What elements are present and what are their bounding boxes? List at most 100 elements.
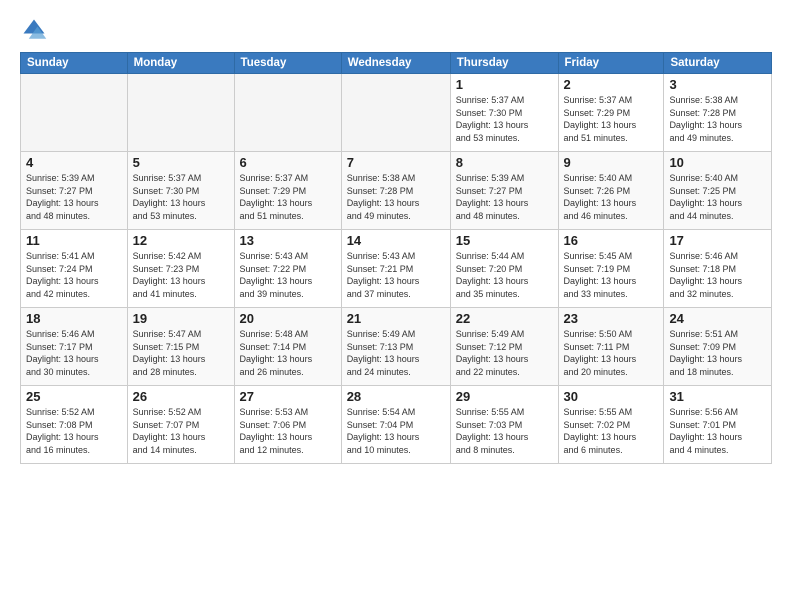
cell-info: Sunrise: 5:43 AMSunset: 7:21 PMDaylight:…	[347, 250, 445, 300]
cell-info: Sunrise: 5:38 AMSunset: 7:28 PMDaylight:…	[347, 172, 445, 222]
cell-info: Sunrise: 5:43 AMSunset: 7:22 PMDaylight:…	[240, 250, 336, 300]
col-header-monday: Monday	[127, 53, 234, 74]
header	[20, 16, 772, 44]
cell-date: 5	[133, 155, 229, 170]
calendar-cell: 10 Sunrise: 5:40 AMSunset: 7:25 PMDaylig…	[664, 152, 772, 230]
cell-date: 4	[26, 155, 122, 170]
calendar-cell: 1 Sunrise: 5:37 AMSunset: 7:30 PMDayligh…	[450, 74, 558, 152]
cell-info: Sunrise: 5:53 AMSunset: 7:06 PMDaylight:…	[240, 406, 336, 456]
cell-info: Sunrise: 5:50 AMSunset: 7:11 PMDaylight:…	[564, 328, 659, 378]
cell-date: 22	[456, 311, 553, 326]
cell-info: Sunrise: 5:38 AMSunset: 7:28 PMDaylight:…	[669, 94, 766, 144]
calendar-cell: 7 Sunrise: 5:38 AMSunset: 7:28 PMDayligh…	[341, 152, 450, 230]
col-header-thursday: Thursday	[450, 53, 558, 74]
cell-info: Sunrise: 5:40 AMSunset: 7:26 PMDaylight:…	[564, 172, 659, 222]
col-header-saturday: Saturday	[664, 53, 772, 74]
cell-info: Sunrise: 5:48 AMSunset: 7:14 PMDaylight:…	[240, 328, 336, 378]
cell-date: 31	[669, 389, 766, 404]
cell-info: Sunrise: 5:56 AMSunset: 7:01 PMDaylight:…	[669, 406, 766, 456]
calendar-cell: 21 Sunrise: 5:49 AMSunset: 7:13 PMDaylig…	[341, 308, 450, 386]
cell-info: Sunrise: 5:52 AMSunset: 7:08 PMDaylight:…	[26, 406, 122, 456]
cell-info: Sunrise: 5:49 AMSunset: 7:12 PMDaylight:…	[456, 328, 553, 378]
cell-info: Sunrise: 5:44 AMSunset: 7:20 PMDaylight:…	[456, 250, 553, 300]
cell-date: 21	[347, 311, 445, 326]
cell-date: 20	[240, 311, 336, 326]
cell-date: 28	[347, 389, 445, 404]
cell-info: Sunrise: 5:52 AMSunset: 7:07 PMDaylight:…	[133, 406, 229, 456]
cell-date: 13	[240, 233, 336, 248]
calendar-cell: 20 Sunrise: 5:48 AMSunset: 7:14 PMDaylig…	[234, 308, 341, 386]
cell-info: Sunrise: 5:46 AMSunset: 7:18 PMDaylight:…	[669, 250, 766, 300]
calendar-cell: 22 Sunrise: 5:49 AMSunset: 7:12 PMDaylig…	[450, 308, 558, 386]
col-header-sunday: Sunday	[21, 53, 128, 74]
calendar-cell	[341, 74, 450, 152]
cell-info: Sunrise: 5:45 AMSunset: 7:19 PMDaylight:…	[564, 250, 659, 300]
calendar-cell: 23 Sunrise: 5:50 AMSunset: 7:11 PMDaylig…	[558, 308, 664, 386]
cell-info: Sunrise: 5:37 AMSunset: 7:29 PMDaylight:…	[564, 94, 659, 144]
cell-info: Sunrise: 5:39 AMSunset: 7:27 PMDaylight:…	[26, 172, 122, 222]
cell-date: 10	[669, 155, 766, 170]
calendar-week-5: 25 Sunrise: 5:52 AMSunset: 7:08 PMDaylig…	[21, 386, 772, 464]
cell-info: Sunrise: 5:37 AMSunset: 7:29 PMDaylight:…	[240, 172, 336, 222]
calendar-cell	[21, 74, 128, 152]
cell-date: 6	[240, 155, 336, 170]
cell-date: 17	[669, 233, 766, 248]
cell-date: 23	[564, 311, 659, 326]
cell-date: 16	[564, 233, 659, 248]
cell-date: 15	[456, 233, 553, 248]
cell-info: Sunrise: 5:41 AMSunset: 7:24 PMDaylight:…	[26, 250, 122, 300]
cell-info: Sunrise: 5:37 AMSunset: 7:30 PMDaylight:…	[133, 172, 229, 222]
calendar-cell: 30 Sunrise: 5:55 AMSunset: 7:02 PMDaylig…	[558, 386, 664, 464]
calendar-cell: 12 Sunrise: 5:42 AMSunset: 7:23 PMDaylig…	[127, 230, 234, 308]
calendar-cell: 26 Sunrise: 5:52 AMSunset: 7:07 PMDaylig…	[127, 386, 234, 464]
cell-date: 26	[133, 389, 229, 404]
calendar-cell: 6 Sunrise: 5:37 AMSunset: 7:29 PMDayligh…	[234, 152, 341, 230]
cell-date: 30	[564, 389, 659, 404]
calendar-cell: 16 Sunrise: 5:45 AMSunset: 7:19 PMDaylig…	[558, 230, 664, 308]
page: SundayMondayTuesdayWednesdayThursdayFrid…	[0, 0, 792, 612]
calendar-cell: 25 Sunrise: 5:52 AMSunset: 7:08 PMDaylig…	[21, 386, 128, 464]
cell-date: 12	[133, 233, 229, 248]
cell-date: 9	[564, 155, 659, 170]
cell-info: Sunrise: 5:39 AMSunset: 7:27 PMDaylight:…	[456, 172, 553, 222]
cell-date: 18	[26, 311, 122, 326]
calendar-cell: 5 Sunrise: 5:37 AMSunset: 7:30 PMDayligh…	[127, 152, 234, 230]
cell-date: 27	[240, 389, 336, 404]
calendar-cell: 11 Sunrise: 5:41 AMSunset: 7:24 PMDaylig…	[21, 230, 128, 308]
cell-date: 8	[456, 155, 553, 170]
cell-date: 19	[133, 311, 229, 326]
calendar-cell: 3 Sunrise: 5:38 AMSunset: 7:28 PMDayligh…	[664, 74, 772, 152]
calendar-cell: 29 Sunrise: 5:55 AMSunset: 7:03 PMDaylig…	[450, 386, 558, 464]
cell-info: Sunrise: 5:46 AMSunset: 7:17 PMDaylight:…	[26, 328, 122, 378]
calendar-cell: 15 Sunrise: 5:44 AMSunset: 7:20 PMDaylig…	[450, 230, 558, 308]
cell-date: 24	[669, 311, 766, 326]
cell-info: Sunrise: 5:51 AMSunset: 7:09 PMDaylight:…	[669, 328, 766, 378]
cell-date: 14	[347, 233, 445, 248]
cell-date: 29	[456, 389, 553, 404]
cell-info: Sunrise: 5:49 AMSunset: 7:13 PMDaylight:…	[347, 328, 445, 378]
col-header-wednesday: Wednesday	[341, 53, 450, 74]
calendar-cell: 28 Sunrise: 5:54 AMSunset: 7:04 PMDaylig…	[341, 386, 450, 464]
cell-info: Sunrise: 5:40 AMSunset: 7:25 PMDaylight:…	[669, 172, 766, 222]
calendar-cell: 24 Sunrise: 5:51 AMSunset: 7:09 PMDaylig…	[664, 308, 772, 386]
calendar-cell	[127, 74, 234, 152]
calendar-cell: 31 Sunrise: 5:56 AMSunset: 7:01 PMDaylig…	[664, 386, 772, 464]
col-header-friday: Friday	[558, 53, 664, 74]
cell-info: Sunrise: 5:55 AMSunset: 7:03 PMDaylight:…	[456, 406, 553, 456]
cell-info: Sunrise: 5:42 AMSunset: 7:23 PMDaylight:…	[133, 250, 229, 300]
cell-info: Sunrise: 5:55 AMSunset: 7:02 PMDaylight:…	[564, 406, 659, 456]
cell-date: 2	[564, 77, 659, 92]
calendar-cell: 18 Sunrise: 5:46 AMSunset: 7:17 PMDaylig…	[21, 308, 128, 386]
calendar-cell: 17 Sunrise: 5:46 AMSunset: 7:18 PMDaylig…	[664, 230, 772, 308]
col-header-tuesday: Tuesday	[234, 53, 341, 74]
calendar-cell: 14 Sunrise: 5:43 AMSunset: 7:21 PMDaylig…	[341, 230, 450, 308]
cell-date: 11	[26, 233, 122, 248]
cell-date: 3	[669, 77, 766, 92]
calendar-cell: 13 Sunrise: 5:43 AMSunset: 7:22 PMDaylig…	[234, 230, 341, 308]
logo-icon	[20, 16, 48, 44]
calendar-week-3: 11 Sunrise: 5:41 AMSunset: 7:24 PMDaylig…	[21, 230, 772, 308]
calendar-cell: 8 Sunrise: 5:39 AMSunset: 7:27 PMDayligh…	[450, 152, 558, 230]
calendar-table: SundayMondayTuesdayWednesdayThursdayFrid…	[20, 52, 772, 464]
cell-date: 25	[26, 389, 122, 404]
calendar-cell: 9 Sunrise: 5:40 AMSunset: 7:26 PMDayligh…	[558, 152, 664, 230]
